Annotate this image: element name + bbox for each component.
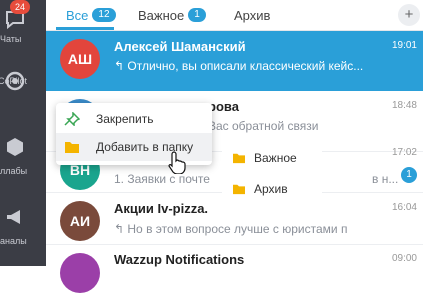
sidebar-item-label: Чаты [0,34,22,44]
active-tab-indicator [56,27,114,30]
add-folder-button[interactable]: + [398,4,420,26]
chat-preview-tail: в н... [372,172,399,186]
chat-time: 16:04 [391,202,417,213]
folder-icon [233,184,245,195]
tab-all[interactable]: Все 12 [66,6,116,24]
folder-icon [233,153,245,164]
sidebar-item-label: CoPilot [0,76,28,86]
sidebar-item-copilot[interactable]: CoPilot [0,64,46,124]
add-to-folder-menu-item[interactable]: Добавить в папку [56,133,212,161]
sidebar-item-collabs[interactable]: ллабы [0,130,46,190]
chat-context-menu: Закрепить Добавить в папку [56,103,212,165]
pin-icon [64,112,80,126]
folder-tabs: Все 12 Важное 1 Архив + [46,0,423,31]
folder-option-important[interactable]: Важное [222,146,322,170]
tab-count-badge: 12 [92,8,116,22]
tab-label: Важное [138,7,185,23]
hexagon-icon [7,138,23,156]
tab-label: Все [66,7,89,23]
avatar [60,253,100,293]
chat-name: Алексей Шаманский [114,39,246,54]
menu-item-label: Закрепить [96,112,154,126]
chat-list-item[interactable]: АШ Алексей Шаманский ↰ Отлично, вы описа… [46,31,423,91]
folder-option-archive[interactable]: Архив [222,177,322,201]
chat-name: рова [208,99,239,114]
tab-count-badge: 1 [188,8,206,22]
folder-submenu: Важное Архив [222,146,322,204]
sidebar-item-label: аналы [0,236,27,246]
avatar: АИ [60,201,100,241]
avatar: АШ [60,39,100,79]
folder-icon [65,142,79,153]
pin-chat-menu-item[interactable]: Закрепить [56,105,212,133]
chat-preview: 1. Заявки с почте [114,172,210,186]
submenu-item-label: Важное [254,151,297,165]
hand-cursor-icon [168,151,186,174]
chat-name: Акции Iv-pizza. [114,201,209,216]
chat-list-item[interactable]: Wazzup Notifications 09:00 [46,245,423,293]
tab-archive[interactable]: Архив [234,6,270,24]
chat-preview: Вас обратной связи [208,119,319,133]
chat-time: 18:48 [391,100,417,111]
sidebar: 24 Чаты CoPilot ллабы аналы [0,0,46,266]
megaphone-icon [7,210,20,224]
chat-time: 19:01 [391,40,417,51]
submenu-item-label: Архив [254,182,288,196]
chat-preview: ↰ Но в этом вопросе лучше с юристами п [114,222,348,236]
chat-time: 17:02 [391,147,417,158]
sidebar-item-label: ллабы [0,166,28,176]
unread-badge: 1 [401,167,417,183]
chat-name: Wazzup Notifications [114,252,245,267]
sidebar-item-chats[interactable]: 24 Чаты [0,0,46,60]
sidebar-item-channels[interactable]: аналы [0,200,46,260]
tab-label: Архив [234,7,271,23]
chats-badge: 24 [10,0,30,14]
chat-preview: ↰ Отлично, вы описали классический кейс.… [114,59,364,73]
chat-time: 09:00 [391,253,417,264]
tab-important[interactable]: Важное 1 [138,6,206,24]
